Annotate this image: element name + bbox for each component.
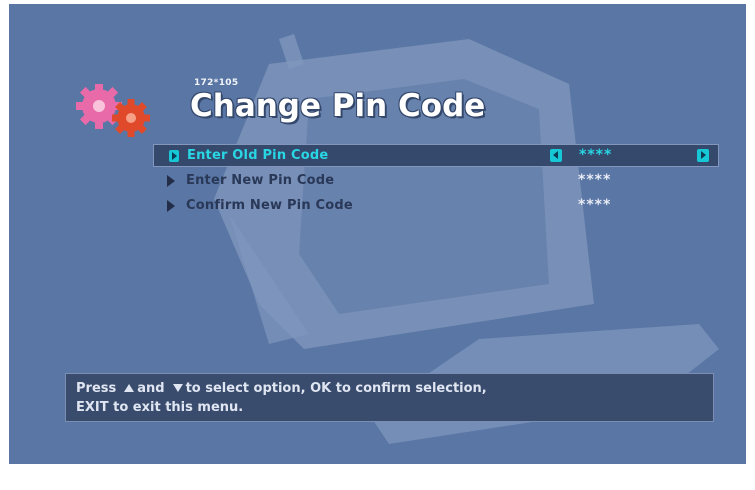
page-code: 172*105 [194, 78, 239, 88]
menu-item-label: Enter Old Pin Code [187, 148, 329, 163]
triangle-down-icon [172, 384, 183, 392]
help-line-1-rest: to select option, OK to confirm selectio… [185, 381, 487, 396]
menu-item-label: Enter New Pin Code [186, 173, 335, 188]
arrow-right-icon [167, 175, 175, 187]
help-text-box: Press and to select option, OK to confirm … [65, 373, 714, 422]
pin-value-field[interactable]: **** [578, 197, 611, 213]
help-line-2: EXIT to exit this menu. [76, 400, 244, 415]
tv-screen: 172*105 Change Pin Code Enter Old Pin Co… [9, 4, 746, 464]
arrow-right-icon[interactable] [697, 149, 709, 162]
help-line-1: Press and to select option, OK to confirm … [76, 379, 703, 398]
help-and: and [137, 381, 165, 396]
pin-value-field[interactable]: **** [578, 172, 611, 188]
menu-item-label: Confirm New Pin Code [186, 198, 353, 213]
gears-icon [76, 84, 150, 137]
triangle-up-icon [124, 384, 135, 392]
menu-item-confirm-new-pin[interactable]: Confirm New Pin Code **** [153, 195, 719, 218]
menu-item-enter-old-pin[interactable]: Enter Old Pin Code **** [153, 144, 719, 167]
arrow-right-icon [167, 200, 175, 212]
help-press: Press [76, 381, 117, 396]
pin-value-field[interactable]: **** [579, 147, 612, 163]
arrow-right-icon [169, 150, 179, 162]
page-title: Change Pin Code [190, 88, 486, 124]
arrow-left-icon[interactable] [550, 149, 562, 162]
menu-item-enter-new-pin[interactable]: Enter New Pin Code **** [153, 170, 719, 193]
